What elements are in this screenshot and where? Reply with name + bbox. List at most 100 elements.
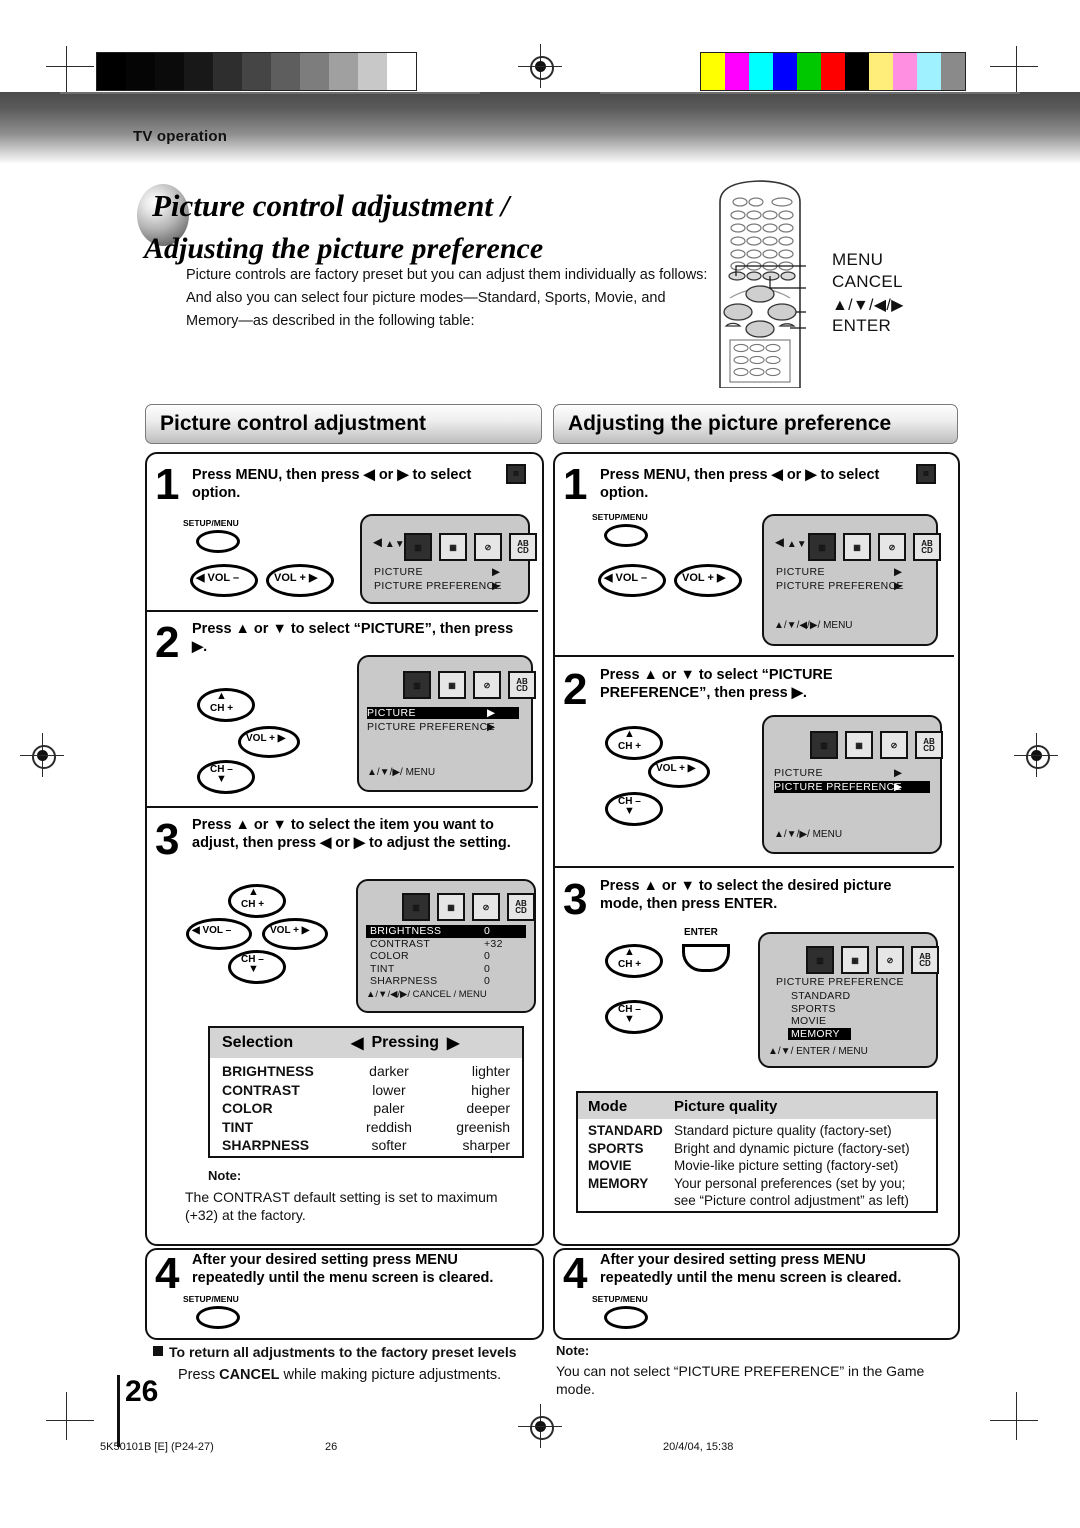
color-swatch [725, 53, 749, 90]
picture-icon-inline-right-1: ▥ [916, 464, 936, 484]
left-step-1-osd: ◄▲▼► ▥ ▦ ⊘ ABCD PICTURE ▶ PICTURE PREFER… [360, 514, 537, 604]
left-step-2-text-line2: ▶. [192, 639, 208, 655]
table-row: COLOR paler deeper [210, 1099, 522, 1118]
intro-line-2: And also you can select four picture mod… [186, 290, 666, 306]
pressing-left-cell: softer [371, 1137, 407, 1154]
pressing-left-cell: lower [372, 1081, 406, 1098]
right-step-3-number: 3 [563, 875, 588, 924]
grayscale-calibration-bar [96, 52, 417, 91]
osd-adjust-row: BRIGHTNESS 0 [366, 925, 526, 938]
gray-swatch [271, 53, 300, 90]
left-step-divider-1 [147, 610, 538, 612]
pressing-left-cell: paler [373, 1100, 405, 1117]
setup-grid-icon: ▦ [438, 671, 466, 699]
setup-grid-icon: ▦ [841, 946, 869, 974]
osd-adjust-value: +32 [484, 937, 503, 950]
mode-cell: SPORTS [588, 1140, 644, 1156]
table-row: MOVIE Movie-like picture setting (factory… [578, 1157, 936, 1175]
mode-table: Mode Picture quality STANDARD Standard pi… [576, 1091, 938, 1213]
osd-icon-row-right-2: ▥ ▦ ⊘ AB CD [810, 731, 943, 759]
right-note-title: Note: [556, 1343, 590, 1358]
picture-icon: ▥ [810, 731, 838, 759]
color-swatch [917, 53, 941, 90]
pressing-left-cell: darker [369, 1063, 409, 1079]
osd-item-picture-preference: PICTURE PREFERENCE ▶ [774, 781, 930, 793]
remote-callout-cancel: CANCEL [832, 272, 903, 291]
left-step-3-vol-plus-label: VOL + ▶ [270, 925, 310, 936]
remote-callout-enter: ENTER [832, 316, 892, 335]
picture-icon: ▥ [808, 533, 836, 561]
osd-adjust-value: 0 [484, 950, 491, 962]
section-header-left-label: Picture control adjustment [160, 412, 427, 435]
gray-swatch [300, 53, 329, 90]
page-title-line1: Picture control adjustment / [152, 188, 510, 223]
selection-cell: BRIGHTNESS [222, 1063, 314, 1079]
left-step-3-vol-minus-label: ◀ VOL – [192, 925, 232, 936]
footer-document-code: 5K50101B [E] (P24-27) [100, 1441, 214, 1453]
right-step-4-text-line1: After your desired setting press MENU [600, 1252, 866, 1268]
setup-grid-icon: ▦ [439, 533, 467, 561]
setup-grid-icon: ▦ [843, 533, 871, 561]
right-step-2-text-line2: PREFERENCE”, then press ▶. [600, 685, 807, 701]
right-step-4-number: 4 [563, 1249, 588, 1298]
osd-item-picture-preference: PICTURE PREFERENCE ▶ [367, 721, 496, 733]
left-step-2-number: 2 [155, 618, 180, 667]
left-step-2-ch-minus-arrow: ▼ [216, 773, 227, 785]
osd-preference-title: PICTURE PREFERENCE [776, 976, 904, 988]
registration-mark-bottom [518, 1404, 562, 1448]
osd-icon-row-right-1: ▥ ▦ ⊘ AB CD [808, 533, 941, 561]
left-step-1-text-line2: option. [192, 485, 241, 501]
right-step-2-ch-plus-arrow: ▲ [624, 728, 635, 740]
selection-cell: COLOR [222, 1100, 273, 1117]
right-step-3-ch-minus-arrow: ▼ [624, 1013, 635, 1025]
osd-adjust-row: COLOR 0 [366, 950, 526, 963]
gray-swatch [97, 53, 126, 90]
osd-footer-right-3: ▲/▼/ ENTER / MENU [768, 1046, 868, 1057]
left-step-divider-2 [147, 806, 538, 808]
osd-adjust-name: CONTRAST [370, 937, 431, 950]
right-step-divider-1 [555, 655, 954, 657]
pressing-right-cell: higher [471, 1081, 510, 1098]
osd-preference-list: STANDARD SPORTS MOVIE MEMORY [788, 990, 918, 1040]
color-swatch [701, 53, 725, 90]
right-step-1-text-line1: Press MENU, then press ◀ or ▶ to select [600, 467, 880, 483]
page-title-line2: Adjusting the picture preference [144, 232, 544, 265]
remote-control-illustration [714, 176, 844, 389]
remote-callout-arrows: ▲/▼/◀/▶ [832, 297, 904, 314]
color-swatch [797, 53, 821, 90]
osd-adjust-row: CONTRAST +32 [366, 938, 526, 951]
osd-item-picture-preference: PICTURE PREFERENCE ▶ [374, 580, 502, 592]
band-hairline-right [600, 92, 1020, 94]
osd-adjust-row: SHARPNESS 0 [366, 975, 526, 988]
osd-adjust-row: TINT 0 [366, 963, 526, 976]
right-step-3-text-line1: Press ▲ or ▼ to select the desired pictu… [600, 878, 892, 894]
gray-swatch [184, 53, 213, 90]
osd-item-picture: PICTURE ▶ [367, 707, 519, 719]
gray-swatch [213, 53, 242, 90]
gray-swatch [358, 53, 387, 90]
intro-line-1: Picture controls are factory preset but … [186, 267, 708, 283]
right-step-3-ch-plus-label: CH + [618, 959, 642, 970]
caption-abcd-icon: AB CD [911, 946, 939, 974]
right-step-3-osd: ▥ ▦ ⊘ AB CD PICTURE PREFERENCE STANDARD SP… [758, 932, 939, 1068]
selection-table-header: Selection ◀ Pressing ▶ [210, 1028, 522, 1058]
right-step-2-osd: ▥ ▦ ⊘ AB CD PICTURE ▶ PICTURE PREFERENCE … [762, 715, 943, 854]
gray-swatch [242, 53, 271, 90]
caption-abcd-icon: AB CD [507, 893, 535, 921]
table-row: TINT reddish greenish [210, 1118, 522, 1137]
left-step-3-text-line1: Press ▲ or ▼ to select the item you want… [192, 817, 494, 833]
left-step-4-text-line2: repeatedly until the menu screen is clea… [192, 1270, 494, 1286]
color-swatch [749, 53, 773, 90]
left-step-4-setupmenu-key [196, 1306, 240, 1329]
page-number: 26 [125, 1375, 159, 1408]
section-header-right-label: Adjusting the picture preference [568, 412, 892, 435]
left-step-2-osd: ▥ ▦ ⊘ AB CD PICTURE ▶ PICTURE PREFERENCE … [357, 655, 536, 792]
osd-icon-row-left-1: ▥ ▦ ⊘ AB CD [404, 533, 537, 561]
pressing-left-cell: reddish [366, 1118, 412, 1135]
osd-footer-left-3: ▲/▼/◀/▶/ CANCEL / MENU [366, 989, 487, 1000]
left-step-2-ch-plus-label: CH + [210, 703, 234, 714]
right-step-4-setupmenu-label: SETUP/MENU [592, 1294, 648, 1304]
caption-abcd-icon: AB CD [913, 533, 941, 561]
selection-table: Selection ◀ Pressing ▶ BRIGHTNESS darker l… [208, 1026, 524, 1158]
picture-icon: ▥ [404, 533, 432, 561]
